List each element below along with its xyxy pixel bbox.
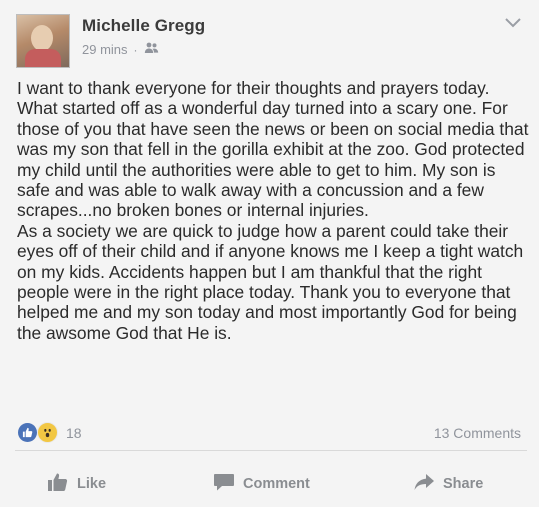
comment-button[interactable]: Comment bbox=[213, 466, 310, 502]
post-body: I want to thank everyone for their thoug… bbox=[17, 78, 529, 343]
post-header: Michelle Gregg 29 mins · bbox=[12, 8, 527, 68]
facebook-post: Michelle Gregg 29 mins · I want to thank… bbox=[0, 0, 539, 507]
comment-label: Comment bbox=[243, 476, 310, 492]
share-label: Share bbox=[443, 476, 484, 492]
share-button[interactable]: Share bbox=[413, 466, 483, 502]
like-label: Like bbox=[77, 476, 107, 492]
post-paragraph: As a society we are quick to judge how a… bbox=[17, 220, 524, 343]
post-paragraph: I want to thank everyone for their thoug… bbox=[17, 78, 529, 221]
share-arrow-icon bbox=[413, 472, 435, 496]
post-meta: 29 mins · bbox=[82, 42, 159, 57]
meta-separator: · bbox=[133, 42, 138, 57]
author-name[interactable]: Michelle Gregg bbox=[82, 16, 205, 36]
thumbs-up-icon bbox=[47, 472, 69, 496]
reactions-summary[interactable]: 18 bbox=[18, 422, 82, 443]
friends-icon[interactable] bbox=[144, 42, 159, 57]
action-bar: Like Comment Share bbox=[0, 466, 539, 502]
comment-icon bbox=[213, 472, 235, 496]
avatar[interactable] bbox=[16, 14, 70, 68]
avatar-face bbox=[31, 25, 53, 51]
like-reaction-icon bbox=[18, 423, 37, 442]
reaction-count: 18 bbox=[66, 424, 82, 441]
divider bbox=[15, 450, 527, 451]
like-button[interactable]: Like bbox=[47, 466, 106, 502]
wow-reaction-icon bbox=[37, 422, 58, 443]
avatar-shirt bbox=[25, 49, 61, 67]
post-time[interactable]: 29 mins bbox=[82, 42, 128, 57]
chevron-down-icon[interactable] bbox=[505, 16, 521, 28]
comments-count[interactable]: 13 Comments bbox=[434, 425, 521, 441]
